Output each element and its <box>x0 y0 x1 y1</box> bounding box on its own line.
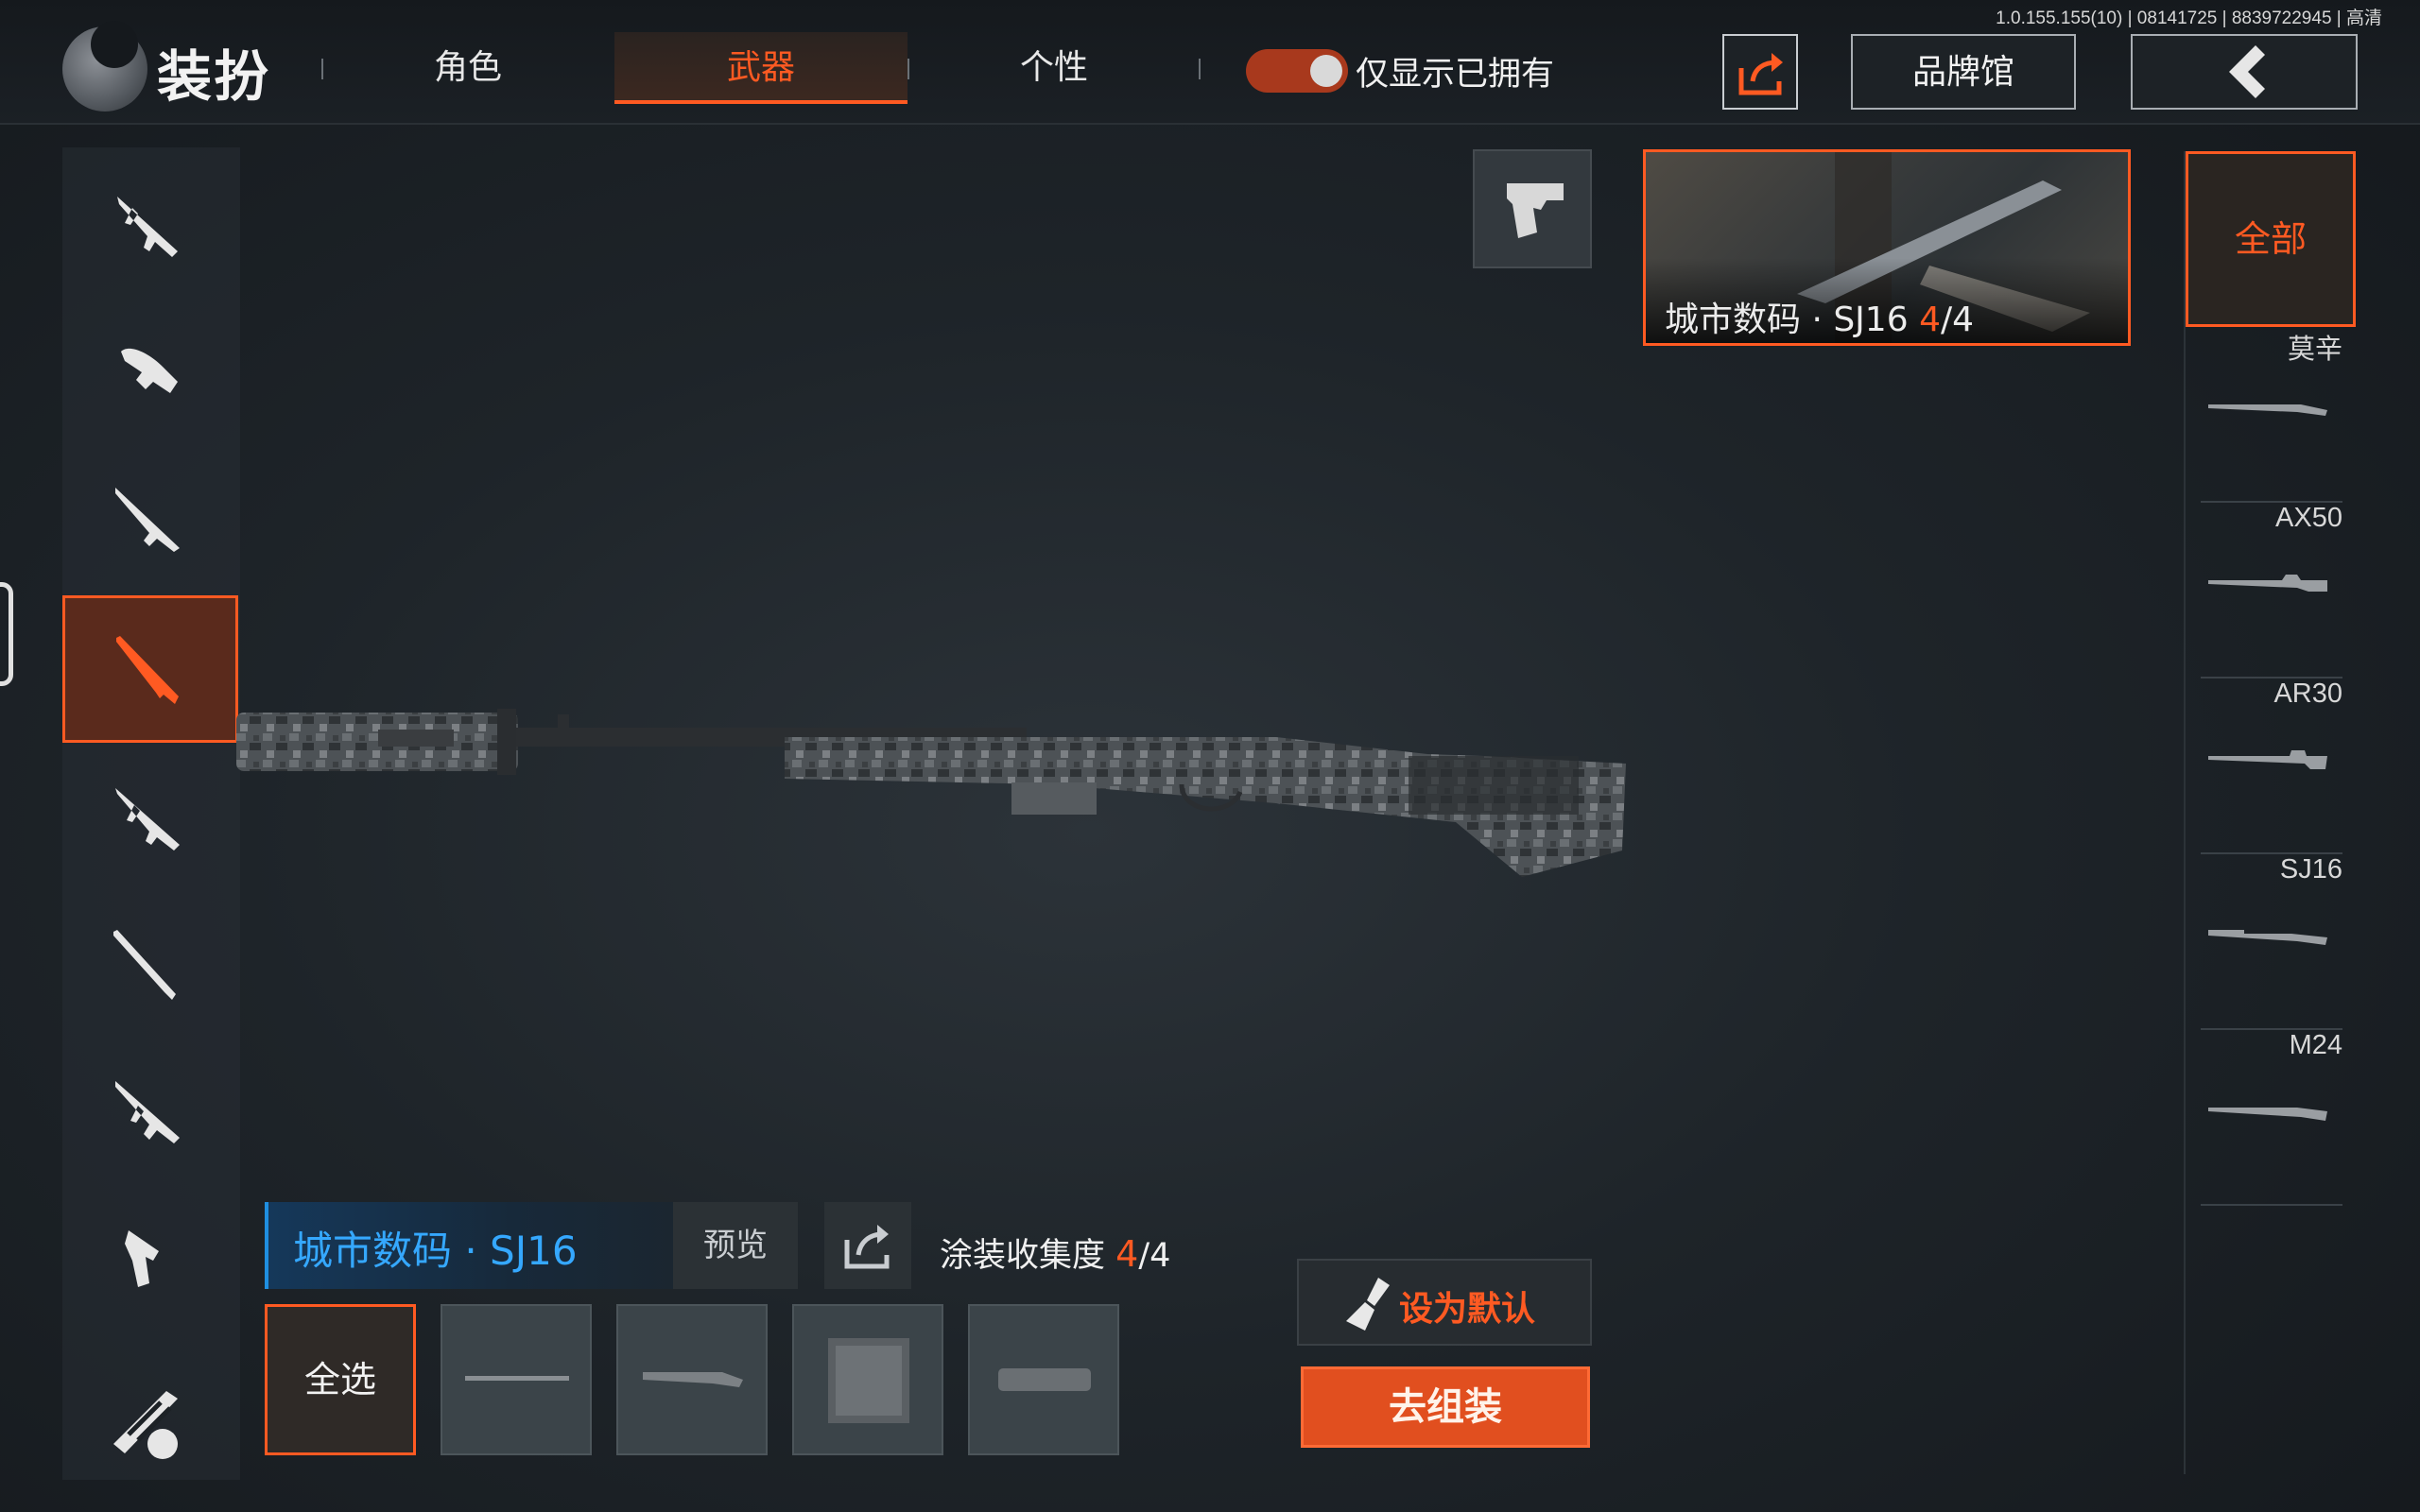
share-button[interactable] <box>1722 34 1798 110</box>
part-suppressor[interactable] <box>968 1304 1119 1455</box>
weapon-item-mosin[interactable]: 莫辛 <box>2201 327 2342 503</box>
marksman-rifle-icon <box>115 488 180 552</box>
category-lmg[interactable] <box>62 1038 238 1185</box>
category-marksman[interactable] <box>62 444 238 592</box>
skin-preview-card[interactable]: 城市数码 · SJ16 4/4 <box>1643 149 2131 346</box>
category-assault-rifle[interactable] <box>62 149 238 297</box>
magazine-part-icon <box>828 1338 909 1423</box>
weapon-item-label: SJ16 <box>2279 854 2342 885</box>
light-machine-gun-icon <box>115 1081 180 1143</box>
category-assault-rifle-alt[interactable] <box>62 743 238 890</box>
receiver-part-icon <box>643 1372 743 1387</box>
assault-rifle-icon <box>117 197 178 257</box>
category-sniper[interactable] <box>62 595 238 743</box>
share-icon <box>1738 53 1783 95</box>
skin-name-panel: 城市数码 · SJ16 <box>265 1202 673 1289</box>
weapon-item-ar30[interactable]: AR30 <box>2201 679 2342 854</box>
preview-owned-count: 4 <box>1919 301 1941 339</box>
preview-card-title: 城市数码 · SJ16 4/4 <box>1665 301 1975 339</box>
tab-character[interactable]: 角色 <box>321 32 614 104</box>
share-icon <box>844 1225 890 1269</box>
suppressor-part-icon <box>998 1368 1091 1391</box>
weapon-item-m24[interactable]: M24 <box>2201 1030 2342 1206</box>
assault-rifle-alt-icon <box>115 788 180 850</box>
version-info: 1.0.155.155(10) | 08141725 | 8839722945 … <box>1996 9 2382 28</box>
weapon-item-label: 莫辛 <box>2287 335 2342 365</box>
page-title: 装扮 <box>157 44 271 109</box>
pistol-icon <box>1507 183 1564 238</box>
toggle-knob <box>1310 55 1342 87</box>
rifle-silhouette-icon <box>2208 750 2327 769</box>
set-default-button[interactable]: 设为默认 <box>1297 1259 1592 1346</box>
tab-personality[interactable]: 个性 <box>908 32 1201 104</box>
category-special[interactable] <box>62 1351 238 1499</box>
part-magazine[interactable] <box>792 1304 943 1455</box>
category-shotgun[interactable] <box>62 890 238 1038</box>
go-assemble-button[interactable]: 去组装 <box>1301 1366 1590 1448</box>
barrel-part-icon <box>465 1376 569 1381</box>
owned-only-toggle[interactable] <box>1246 49 1348 93</box>
sniper-rifle-icon <box>116 636 179 704</box>
filter-all-button[interactable]: 全部 <box>2186 151 2356 327</box>
weapon-item-sj16[interactable]: SJ16 <box>2201 854 2342 1030</box>
skin-name: 城市数码 · SJ16 <box>293 1228 578 1274</box>
tab-weapon[interactable]: 武器 <box>614 32 908 104</box>
submachine-gun-icon <box>121 348 178 393</box>
brush-icon <box>1346 1278 1390 1331</box>
back-arrow-icon <box>2229 45 2265 98</box>
collection-progress: 涂装收集度 4/4 <box>940 1233 1171 1275</box>
brand-hall-button[interactable]: 品牌馆 <box>1851 34 2076 110</box>
weapon-item-label: M24 <box>2289 1030 2342 1060</box>
weapon-3d-view[interactable] <box>236 680 1635 907</box>
owned-only-label: 仅显示已拥有 <box>1356 56 1555 94</box>
part-receiver[interactable] <box>616 1304 768 1455</box>
pistol-icon <box>125 1230 159 1287</box>
secondary-weapon-button[interactable] <box>1473 149 1592 268</box>
rifle-silhouette-icon <box>2208 404 2327 416</box>
weapon-item-ax50[interactable]: AX50 <box>2201 503 2342 679</box>
share-skin-button[interactable] <box>824 1202 911 1289</box>
back-button[interactable] <box>2131 34 2358 110</box>
globe-logo-icon <box>62 21 147 112</box>
rifle-silhouette-icon <box>2208 575 2327 592</box>
preview-button[interactable]: 预览 <box>673 1202 798 1289</box>
category-pistol[interactable] <box>62 1185 238 1332</box>
select-all-parts-button[interactable]: 全选 <box>265 1304 416 1455</box>
weapon-item-label: AX50 <box>2275 503 2342 533</box>
rifle-silhouette-icon <box>2208 1108 2327 1121</box>
rifle-silhouette-icon <box>2208 930 2327 945</box>
special-weapon-icon <box>113 1391 178 1459</box>
weapon-item-label: AR30 <box>2273 679 2342 709</box>
sniper-rifle-model <box>236 709 1626 877</box>
shotgun-icon <box>113 930 176 1000</box>
part-barrel[interactable] <box>441 1304 592 1455</box>
category-smg[interactable] <box>62 297 238 444</box>
set-default-label: 设为默认 <box>1399 1290 1536 1329</box>
tab-divider <box>1199 59 1201 79</box>
collection-count: 4 <box>1115 1233 1139 1275</box>
edge-hex-icon <box>0 582 13 686</box>
